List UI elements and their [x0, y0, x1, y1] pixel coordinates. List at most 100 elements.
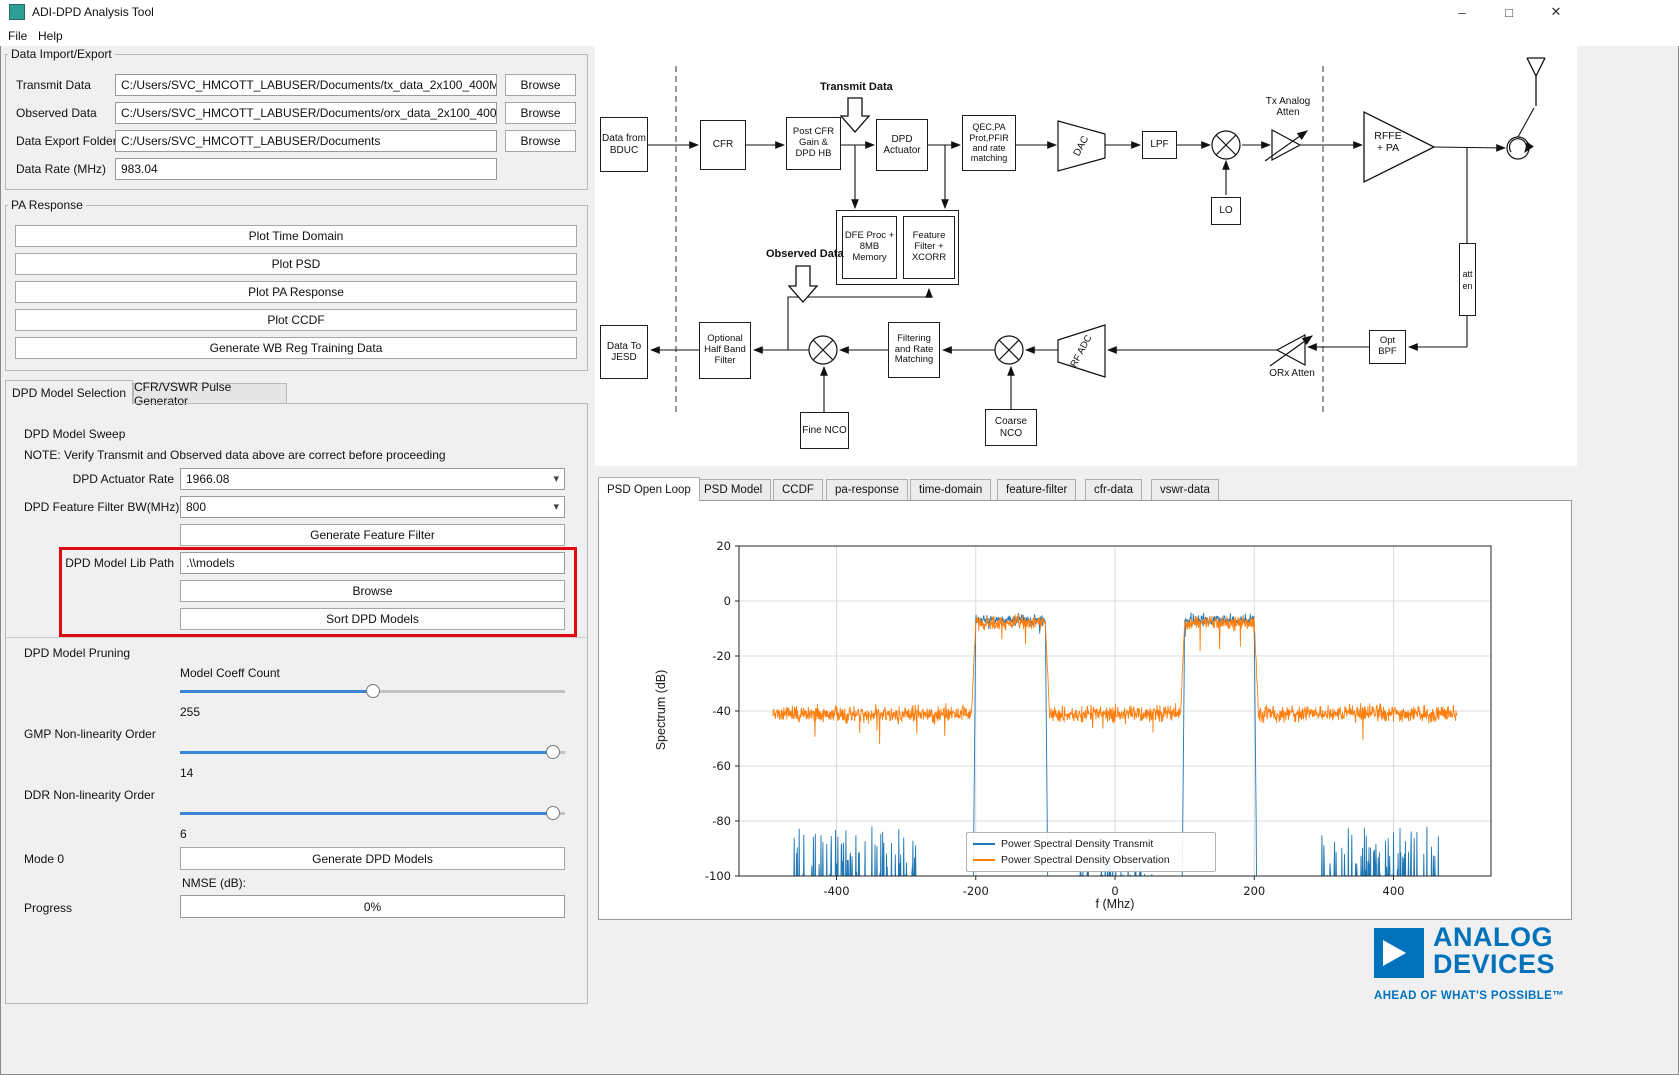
- label-tx-analog-atten: Tx Analog Atten: [1250, 96, 1326, 118]
- transmit-data-browse-button[interactable]: Browse: [505, 74, 576, 96]
- model-coeff-count-label: Model Coeff Count: [180, 666, 280, 680]
- plot-tab-feature-filter[interactable]: feature-filter: [997, 479, 1076, 500]
- block-filtering: Filtering and Rate Matching: [888, 322, 940, 378]
- svg-text:-200: -200: [963, 884, 989, 898]
- model-coeff-count-slider[interactable]: [180, 684, 565, 699]
- maximize-button[interactable]: □: [1492, 0, 1526, 24]
- dpd-actuator-rate-label: DPD Actuator Rate: [24, 472, 174, 486]
- dpd-model-lib-path-label: DPD Model Lib Path: [24, 556, 174, 570]
- label-observed-data: Observed Data: [766, 248, 836, 260]
- pa-response-label: PA Response: [8, 198, 86, 212]
- slider-fill: [180, 751, 553, 754]
- logo-devices: DEVICES: [1433, 951, 1555, 978]
- slider-handle[interactable]: [366, 684, 380, 698]
- plot-time-domain-button[interactable]: Plot Time Domain: [15, 225, 577, 247]
- plot-tab-time-domain[interactable]: time-domain: [910, 479, 991, 500]
- svg-text:0: 0: [1111, 884, 1118, 898]
- generate-dpd-models-button[interactable]: Generate DPD Models: [180, 847, 565, 870]
- sort-dpd-models-button[interactable]: Sort DPD Models: [180, 608, 565, 630]
- transmit-data-arrow-icon: [841, 98, 869, 132]
- svg-text:-400: -400: [823, 884, 849, 898]
- dpd-feature-filter-bw-combobox[interactable]: 800 ▾: [180, 496, 565, 518]
- plot-tab-ccdf[interactable]: CCDF: [773, 479, 823, 500]
- menu-bar: [0, 24, 1679, 46]
- svg-text:-100: -100: [705, 869, 731, 883]
- generate-feature-filter-button[interactable]: Generate Feature Filter: [180, 524, 565, 546]
- data-export-folder-browse-button[interactable]: Browse: [505, 130, 576, 152]
- gmp-order-slider[interactable]: [180, 745, 565, 760]
- observed-data-browse-button[interactable]: Browse: [505, 102, 576, 124]
- plot-pa-response-button[interactable]: Plot PA Response: [15, 281, 577, 303]
- data-rate-label: Data Rate (MHz): [16, 162, 106, 176]
- dpd-model-pruning-heading: DPD Model Pruning: [24, 646, 130, 660]
- transmit-data-input[interactable]: C:/Users/SVC_HMCOTT_LABUSER/Documents/tx…: [115, 74, 497, 96]
- legend-entry: Power Spectral Density Transmit: [973, 836, 1209, 852]
- block-optional-hbf: Optional Half Band Filter: [699, 322, 751, 379]
- legend-line-swatch: [973, 843, 995, 845]
- block-data-from-bduc: Data from BDUC: [600, 117, 648, 172]
- menu-file[interactable]: File: [8, 29, 27, 43]
- dpd-model-lib-browse-button[interactable]: Browse: [180, 580, 565, 602]
- title-bar: ADI-DPD Analysis Tool – □ ✕: [0, 0, 1679, 24]
- ddr-order-slider[interactable]: [180, 806, 565, 821]
- circulator-icon: [1507, 137, 1529, 159]
- close-button[interactable]: ✕: [1539, 0, 1573, 24]
- svg-text:20: 20: [716, 539, 731, 553]
- transmit-data-label: Transmit Data: [16, 78, 91, 92]
- block-dfe-proc: DFE Proc + 8MB Memory: [842, 216, 897, 279]
- block-qec: QEC,PA Prot,PFIR and rate matching: [962, 115, 1016, 171]
- block-atten: atten: [1459, 243, 1476, 316]
- progress-label: Progress: [24, 901, 72, 915]
- tab-cfr-vswr-pulse-generator[interactable]: CFR/VSWR Pulse Generator: [133, 383, 287, 404]
- label-rffe-pa: RFFE + PA: [1368, 131, 1408, 154]
- plot-tab-cfr-data[interactable]: cfr-data: [1085, 479, 1142, 500]
- block-opt-bpf: Opt BPF: [1369, 330, 1406, 364]
- legend-label: Power Spectral Density Observation: [1001, 854, 1170, 866]
- data-rate-input[interactable]: 983.04: [115, 158, 497, 180]
- dpd-model-lib-path-input[interactable]: .\\models: [180, 552, 565, 574]
- plot-y-axis-label: Spectrum (dB): [654, 650, 668, 770]
- ddr-order-label: DDR Non-linearity Order: [24, 788, 155, 802]
- dpd-feature-filter-bw-value: 800: [186, 500, 206, 514]
- minimize-button[interactable]: –: [1445, 0, 1479, 24]
- tab-dpd-model-selection[interactable]: DPD Model Selection: [5, 380, 133, 404]
- slider-handle[interactable]: [546, 745, 560, 759]
- amplifier-icons: [1265, 112, 1434, 366]
- label-orx-atten: ORx Atten: [1260, 368, 1324, 379]
- block-post-cfr: Post CFR Gain & DPD HB: [786, 117, 841, 170]
- slider-handle[interactable]: [546, 806, 560, 820]
- logo-tagline: AHEAD OF WHAT'S POSSIBLE™: [1374, 990, 1564, 1002]
- svg-text:200: 200: [1243, 884, 1265, 898]
- label-transmit-data: Transmit Data: [820, 81, 890, 93]
- legend-entry: Power Spectral Density Observation: [973, 852, 1209, 868]
- plot-tab-vswr-data[interactable]: vswr-data: [1151, 479, 1219, 500]
- svg-text:-20: -20: [712, 649, 731, 663]
- plot-tab-pa-response[interactable]: pa-response: [826, 479, 908, 500]
- plot-ccdf-button[interactable]: Plot CCDF: [15, 309, 577, 331]
- block-cfr: CFR: [700, 120, 746, 170]
- plot-tab-psd-open-loop[interactable]: PSD Open Loop: [598, 477, 700, 501]
- data-export-folder-label: Data Export Folder: [16, 134, 117, 148]
- signal-chain-diagram: Data from BDUC CFR Post CFR Gain & DPD H…: [598, 48, 1575, 464]
- model-coeff-count-value: 255: [180, 705, 200, 719]
- section-divider: [6, 637, 587, 638]
- analog-devices-logo-icon: [1374, 928, 1424, 978]
- gmp-order-value: 14: [180, 766, 193, 780]
- plot-tab-psd-model[interactable]: PSD Model: [695, 479, 771, 500]
- adi-triangle-icon: [1383, 940, 1406, 966]
- menu-help[interactable]: Help: [38, 29, 63, 43]
- plot-psd-button[interactable]: Plot PSD: [15, 253, 577, 275]
- legend-label: Power Spectral Density Transmit: [1001, 838, 1153, 850]
- gmp-order-label: GMP Non-linearity Order: [24, 727, 156, 741]
- block-dpd-actuator: DPD Actuator: [876, 119, 928, 171]
- diagram-graphics: [598, 48, 1575, 464]
- observed-data-input[interactable]: C:/Users/SVC_HMCOTT_LABUSER/Documents/or…: [115, 102, 497, 124]
- generate-wb-reg-training-data-button[interactable]: Generate WB Reg Training Data: [15, 337, 577, 359]
- data-export-folder-input[interactable]: C:/Users/SVC_HMCOTT_LABUSER/Documents: [115, 130, 497, 152]
- dpd-actuator-rate-combobox[interactable]: 1966.08 ▾: [180, 468, 565, 490]
- block-lo: LO: [1211, 197, 1241, 225]
- svg-text:-60: -60: [712, 759, 731, 773]
- svg-text:-40: -40: [712, 704, 731, 718]
- chevron-down-icon: ▾: [553, 472, 559, 485]
- plot-legend: Power Spectral Density Transmit Power Spe…: [966, 832, 1216, 872]
